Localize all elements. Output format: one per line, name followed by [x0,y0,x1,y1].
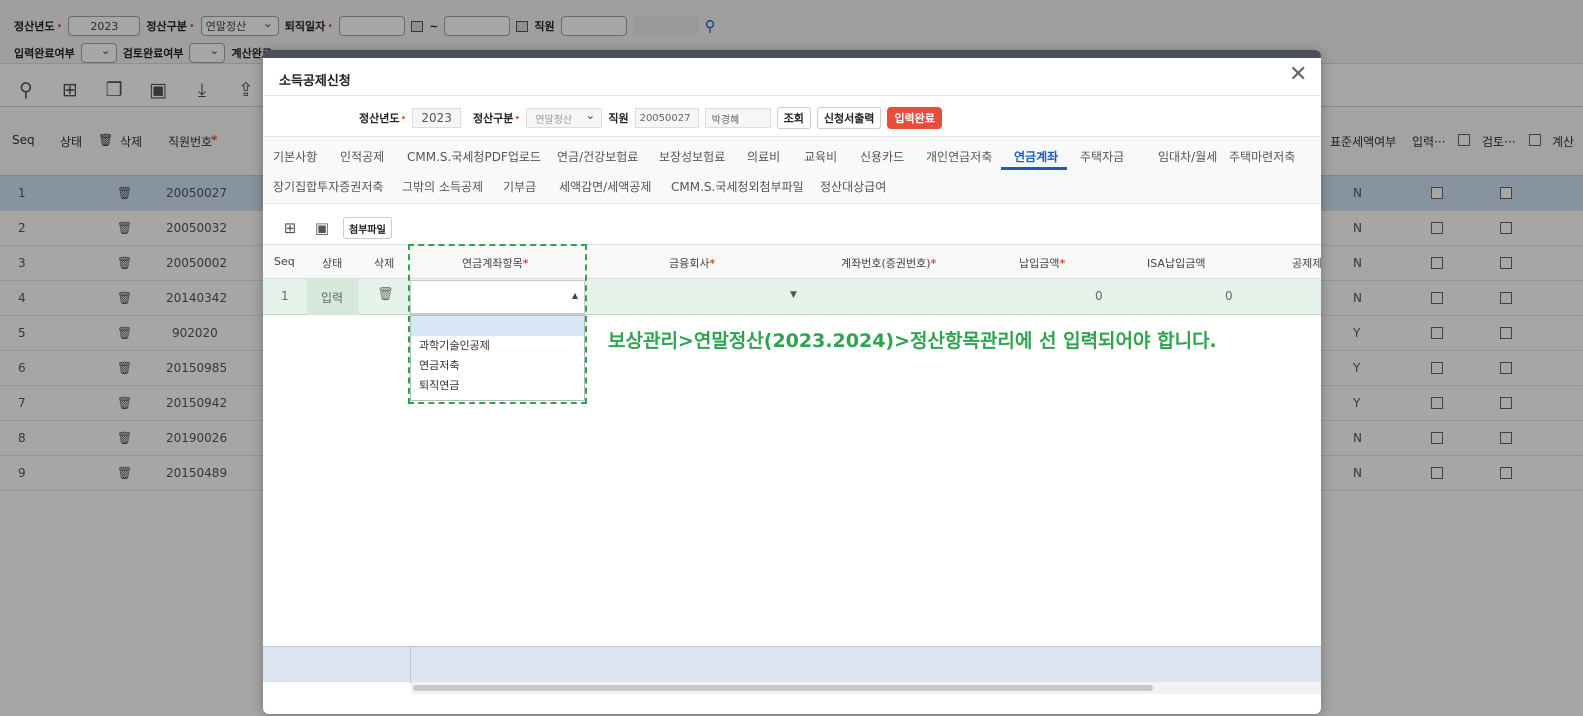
modal-topbar [263,50,1321,58]
tab-tabs_row1-8[interactable]: 개인연금저축 [926,148,992,165]
pension-item-combo[interactable]: ▲ [410,280,585,314]
col-pension-item: 연금계좌항목* [462,255,529,271]
tab-tabs_row1-11[interactable]: 임대차/월세 [1158,148,1217,165]
modal-filter: 정산년도 • 2023 정산구분 • 연말정산 직원 20050027 박경혜 … [359,107,942,129]
col-account-no: 계좌번호(증권번호)* [841,255,936,271]
employee-label: 직원 [608,112,629,125]
search-button[interactable]: 조회 [776,107,811,129]
tab-tabs_row1-3[interactable]: 연금/건강보험료 [557,148,638,165]
col-payment-label: 납입금액 [1019,257,1060,270]
tab-tabs_row2-1[interactable]: 그밖의 소득공제 [402,178,483,195]
col-seq: Seq [274,255,295,268]
required-star: * [1059,257,1066,270]
add-row-icon[interactable]: ⊞ [279,217,301,239]
settlement-type-label: 정산구분 [472,112,514,125]
save-icon[interactable]: ▣ [311,217,333,239]
dropdown-option[interactable]: 퇴직연금 [411,376,584,396]
tab-tabs_row1-5[interactable]: 의료비 [747,148,780,165]
active-tab-indicator [1001,167,1067,170]
row-payment[interactable]: 0 [1095,289,1103,303]
dropdown-option[interactable]: 과학기술인공제 [411,336,584,356]
row-seq: 1 [281,289,289,303]
tab-tabs_row2-3[interactable]: 세액감면/세액공제 [559,178,651,195]
caret-up-icon[interactable]: ▲ [572,291,578,300]
tab-tabs_row1-10[interactable]: 주택자금 [1080,148,1124,165]
required-star: * [930,257,937,270]
employee-no-input[interactable]: 20050027 [634,108,699,128]
income-deduction-modal: 소득공제신청 ✕ 정산년도 • 2023 정산구분 • 연말정산 직원 2005… [263,50,1321,714]
tab-tabs_row2-4[interactable]: CMM.S.국세청외첨부파일 [671,178,804,195]
pension-item-dropdown: 과학기술인공제 연금저축 퇴직연금 [410,315,585,401]
tab-bar: 기본사항 인적공제 CMM.S.국세청PDF업로드 연금/건강보험료 보장성보험료 의료비… [263,136,1321,204]
tab-tabs_row2-2[interactable]: 기부금 [503,178,536,195]
grid-header: Seq 상태 삭제 연금계좌항목* 금융회사* 계좌번호(증권번호)* 납입금액… [263,244,1321,279]
year-value: 2023 [412,108,461,128]
divider [263,95,1321,96]
close-icon[interactable]: ✕ [1289,64,1307,86]
col-isa-payment: ISA납입금액 [1147,257,1206,270]
tab-tabs_row1-12[interactable]: 주택마련저축 [1229,148,1295,165]
trash-icon[interactable]: 🗑 [377,287,394,302]
input-complete-badge[interactable]: 입력완료 [887,107,942,129]
col-payment: 납입금액* [1019,255,1065,271]
col-delete: 삭제 [374,257,395,270]
col-account-no-label: 계좌번호(증권번호) [841,257,931,270]
tab-tabs_row1-0[interactable]: 기본사항 [273,148,317,165]
grid-toolbar: ⊞ ▣ 첨부파일 [279,217,392,239]
divider [410,647,411,683]
required-mark: • [514,112,521,124]
scrollbar-thumb[interactable] [413,685,1153,691]
year-label: 정산년도 [359,112,400,125]
tab-tabs_row2-5[interactable]: 정산대상급여 [820,178,886,195]
horizontal-scrollbar[interactable] [411,682,1321,694]
tab-tabs_row1-6[interactable]: 교육비 [804,148,837,165]
col-financial-company-label: 금융회사 [669,257,710,270]
dropdown-option[interactable] [411,316,584,336]
pension-account-grid: Seq 상태 삭제 연금계좌항목* 금융회사* 계좌번호(증권번호)* 납입금액… [263,244,1321,404]
row-isa-payment[interactable]: 0 [1225,289,1233,303]
required-star: * [522,257,529,270]
tab-tabs_row1-4[interactable]: 보장성보험료 [659,148,725,165]
attach-file-button[interactable]: 첨부파일 [343,217,392,239]
col-pension-item-label: 연금계좌항목 [462,257,523,270]
tab-tabs_row1-9[interactable]: 연금계좌 [1014,148,1058,165]
col-status: 상태 [322,257,343,270]
tab-tabs_row1-1[interactable]: 인적공제 [340,148,384,165]
modal-title: 소득공제신청 [279,74,351,89]
chevron-down-icon[interactable]: ▼ [790,290,797,300]
col-deduction-excluded: 공제제외 [1292,257,1321,270]
tab-tabs_row1-7[interactable]: 신용카드 [860,148,904,165]
settlement-type-select[interactable]: 연말정산 [526,108,603,128]
table-row[interactable]: 1 입력 🗑 ▲ ▼ 0 0 [263,279,1321,315]
required-mark: • [400,112,407,124]
required-star: * [709,257,716,270]
row-status: 입력 [321,291,344,305]
tab-tabs_row1-2[interactable]: CMM.S.국세청PDF업로드 [407,148,541,165]
annotation-note: 보상관리>연말정산(2023.2024)>정산항목관리에 선 입력되어야 합니다… [608,330,1217,352]
grid-footer [263,646,1321,683]
dropdown-option[interactable]: 연금저축 [411,356,584,376]
tab-tabs_row2-0[interactable]: 장기집합투자증권저축 [273,178,383,195]
print-application-button[interactable]: 신청서출력 [816,107,882,129]
col-financial-company: 금융회사* [669,255,715,271]
employee-name-input: 박경혜 [704,108,771,128]
